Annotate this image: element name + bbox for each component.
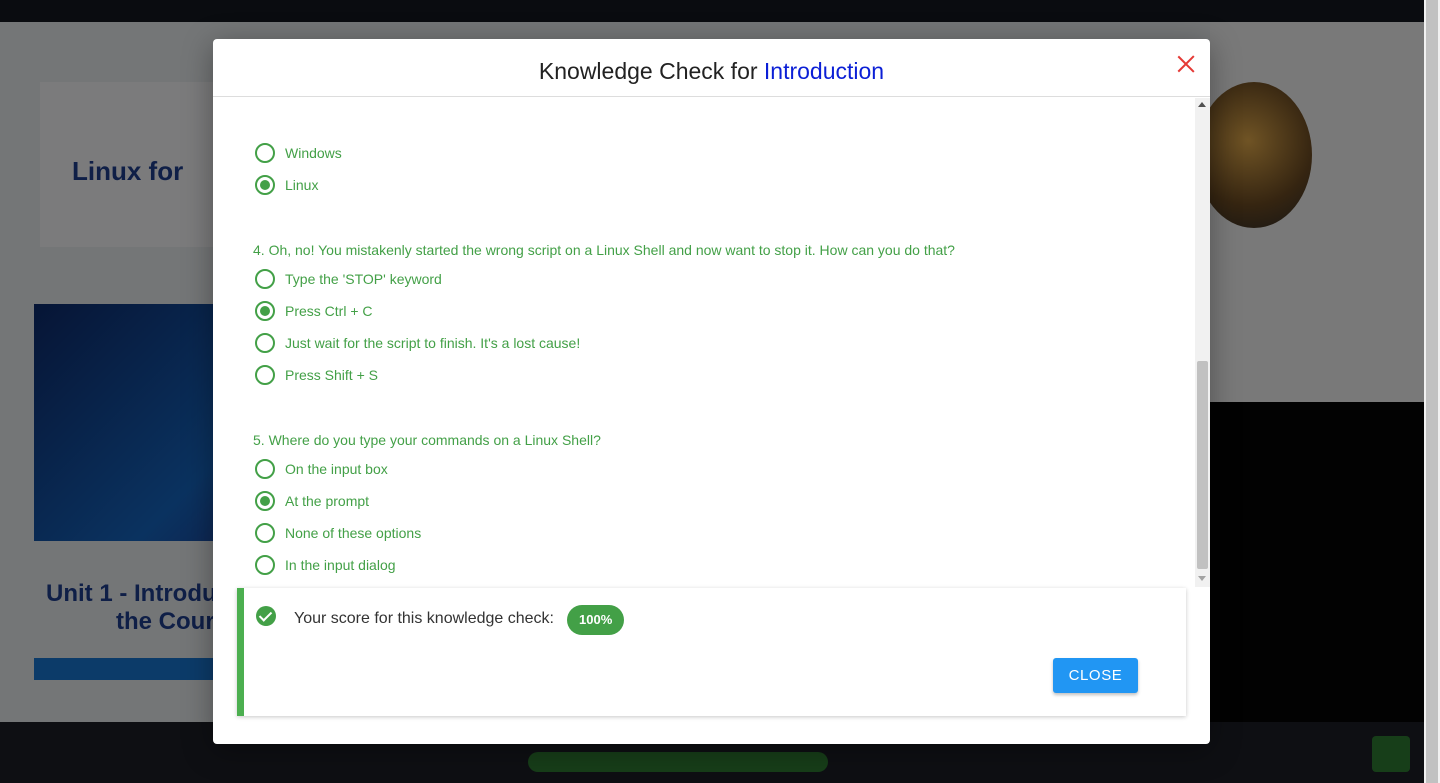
scroll-up-arrow-icon[interactable] — [1198, 102, 1206, 107]
page-scrollbar-thumb[interactable] — [1426, 0, 1438, 783]
question-5-text: 5. Where do you type your commands on a … — [253, 432, 601, 448]
option-label: Windows — [285, 145, 342, 161]
option-label: In the input dialog — [285, 557, 396, 573]
option-label: Press Ctrl + C — [285, 303, 373, 319]
option-prompt[interactable]: At the prompt — [255, 490, 369, 512]
modal-title: Knowledge Check for Introduction — [213, 58, 1210, 85]
close-button[interactable]: CLOSE — [1053, 658, 1138, 693]
option-label: Just wait for the script to finish. It's… — [285, 335, 581, 351]
option-input-dialog[interactable]: In the input dialog — [255, 554, 396, 576]
modal-title-prefix: Knowledge Check for — [538, 58, 764, 84]
option-wait[interactable]: Just wait for the script to finish. It's… — [255, 332, 580, 354]
option-windows[interactable]: Windows — [255, 142, 342, 164]
radio-button[interactable] — [255, 523, 275, 543]
option-label: Type the 'STOP' keyword — [285, 271, 442, 287]
option-shift-s[interactable]: Press Shift + S — [255, 364, 378, 386]
question-4-text: 4. Oh, no! You mistakenly started the wr… — [253, 242, 955, 258]
radio-button[interactable] — [255, 459, 275, 479]
option-label: Press Shift + S — [285, 367, 378, 383]
check-circle-icon — [256, 606, 276, 626]
score-card: Your score for this knowledge check: 100… — [237, 588, 1186, 716]
option-ctrl-c[interactable]: Press Ctrl + C — [255, 300, 373, 322]
questions-list: Windows Linux 4. Oh, no! You mistakenly … — [213, 98, 1195, 588]
score-badge: 100% — [567, 605, 625, 635]
score-text: Your score for this knowledge check: — [294, 610, 554, 627]
knowledge-check-modal: Knowledge Check for Introduction Windows… — [213, 39, 1210, 744]
option-label: At the prompt — [285, 493, 370, 509]
option-type-stop[interactable]: Type the 'STOP' keyword — [255, 268, 442, 290]
scrollbar-thumb[interactable] — [1197, 361, 1208, 569]
modal-header: Knowledge Check for Introduction — [213, 39, 1210, 97]
radio-button-selected[interactable] — [255, 175, 275, 195]
option-linux[interactable]: Linux — [255, 174, 318, 196]
radio-button[interactable] — [255, 365, 275, 385]
modal-scrollbar[interactable] — [1195, 98, 1210, 587]
radio-button-selected[interactable] — [255, 301, 275, 321]
radio-button[interactable] — [255, 333, 275, 353]
option-none[interactable]: None of these options — [255, 522, 421, 544]
option-input-box[interactable]: On the input box — [255, 458, 388, 480]
radio-button[interactable] — [255, 269, 275, 289]
scroll-down-arrow-icon[interactable] — [1198, 576, 1206, 581]
modal-title-highlight: Introduction — [763, 58, 885, 84]
radio-button-selected[interactable] — [255, 491, 275, 511]
radio-button[interactable] — [255, 143, 275, 163]
option-label: On the input box — [285, 461, 388, 477]
option-label: None of these options — [285, 525, 422, 541]
close-x-icon[interactable] — [1173, 51, 1199, 77]
option-label: Linux — [285, 177, 319, 193]
radio-button[interactable] — [255, 555, 275, 575]
